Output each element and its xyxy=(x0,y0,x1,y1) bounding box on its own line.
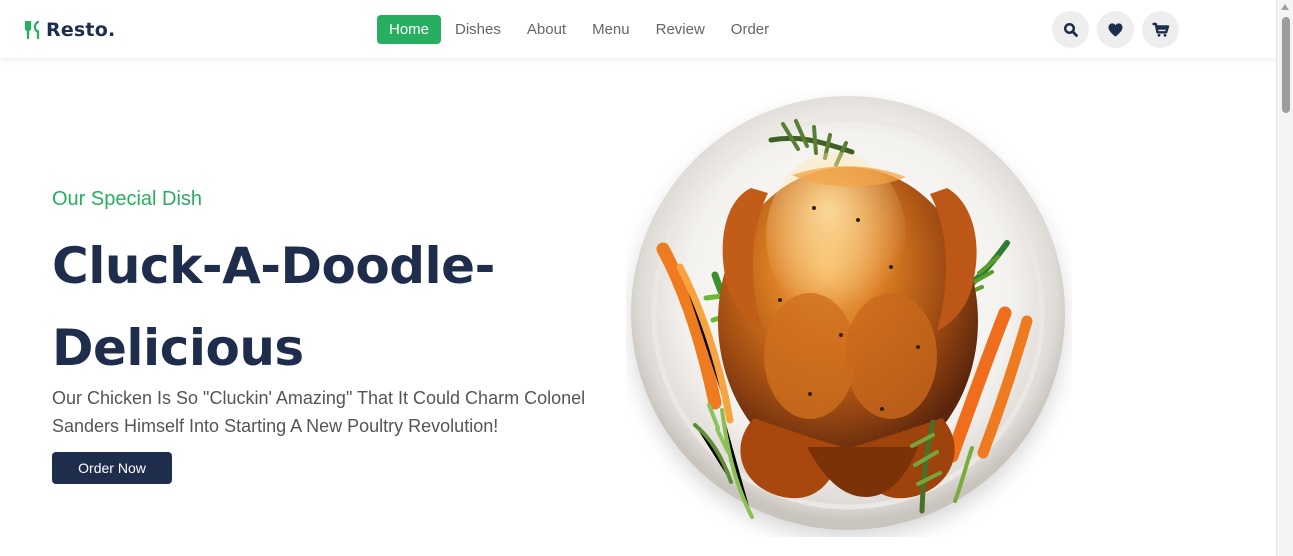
nav-order[interactable]: Order xyxy=(719,15,781,44)
roast-chicken-image xyxy=(626,91,1072,537)
hero-title: Cluck-A-Doodle- Delicious xyxy=(52,225,572,389)
main-navigation: Home Dishes About Menu Review Order xyxy=(377,15,783,44)
scroll-up-arrow-icon[interactable] xyxy=(1281,4,1289,10)
nav-home[interactable]: Home xyxy=(377,15,442,44)
logo-text: Resto. xyxy=(46,18,116,41)
scrollbar-thumb[interactable] xyxy=(1282,17,1290,113)
page: Resto. Home Dishes About Menu Review Ord… xyxy=(0,0,1293,556)
nav-review[interactable]: Review xyxy=(644,15,717,44)
hero-title-line-2: Delicious xyxy=(52,319,304,377)
nav-dishes[interactable]: Dishes xyxy=(443,15,513,44)
page-scrollbar[interactable] xyxy=(1276,0,1293,556)
nav-about[interactable]: About xyxy=(515,15,578,44)
hero-description-line-2: Sanders Himself Into Starting A New Poul… xyxy=(52,416,499,436)
favorites-button[interactable] xyxy=(1097,11,1134,48)
header-actions xyxy=(1052,11,1179,48)
utensils-icon xyxy=(24,20,44,40)
search-icon xyxy=(1063,22,1078,37)
site-header: Resto. Home Dishes About Menu Review Ord… xyxy=(0,0,1276,58)
hero-description: Our Chicken Is So "Cluckin' Amazing" Tha… xyxy=(52,384,612,440)
shopping-cart-icon xyxy=(1151,22,1169,37)
search-button[interactable] xyxy=(1052,11,1089,48)
heart-icon xyxy=(1108,22,1123,37)
hero-kicker: Our Special Dish xyxy=(52,188,203,210)
hero-description-line-1: Our Chicken Is So "Cluckin' Amazing" Tha… xyxy=(52,388,586,408)
cart-button[interactable] xyxy=(1142,11,1179,48)
order-now-button[interactable]: Order Now xyxy=(52,452,172,484)
logo-link[interactable]: Resto. xyxy=(24,16,115,44)
nav-menu[interactable]: Menu xyxy=(580,15,642,44)
hero-title-line-1: Cluck-A-Doodle- xyxy=(52,237,495,295)
